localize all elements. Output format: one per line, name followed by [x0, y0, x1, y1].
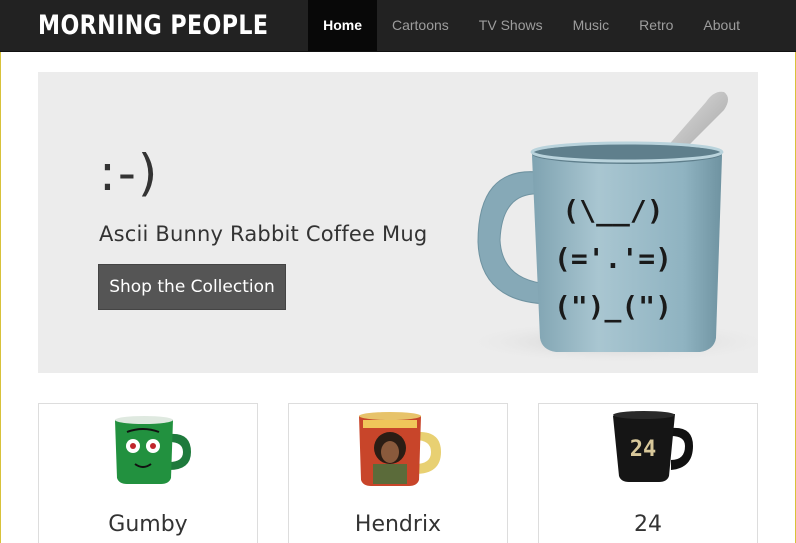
- nav-item-music[interactable]: Music: [558, 0, 625, 51]
- main-nav: Home Cartoons TV Shows Music Retro About: [308, 0, 755, 51]
- mug-line-3: (")_("): [554, 290, 672, 323]
- nav-item-home[interactable]: Home: [308, 0, 377, 51]
- product-name: Hendrix: [354, 512, 442, 537]
- shop-collection-button[interactable]: Shop the Collection: [98, 264, 286, 310]
- product-name: 24: [634, 512, 662, 537]
- product-name: Gumby: [108, 512, 188, 537]
- hero-smiley-heading: :-): [99, 144, 160, 202]
- nav-item-about[interactable]: About: [688, 0, 755, 51]
- product-card-24[interactable]: 24 24: [538, 403, 758, 543]
- product-card-hendrix[interactable]: Hendrix: [288, 403, 508, 543]
- bunny-mug-image: (\__/) (='.'=) (")_("): [458, 91, 758, 364]
- hero-subtitle: Ascii Bunny Rabbit Coffee Mug: [99, 222, 428, 246]
- nav-item-cartoons[interactable]: Cartoons: [377, 0, 464, 51]
- site-logo[interactable]: Morning People: [38, 8, 268, 44]
- gumby-mug-icon: [115, 416, 191, 484]
- product-card-gumby[interactable]: Gumby: [38, 403, 258, 543]
- hero-banner: :-) Ascii Bunny Rabbit Coffee Mug Shop t…: [38, 72, 758, 373]
- hendrix-mug-icon: [359, 412, 441, 486]
- mug-24-label: 24: [630, 437, 657, 462]
- top-navbar: Morning People Home Cartoons TV Shows Mu…: [0, 0, 796, 52]
- 24-mug-icon: 24: [613, 411, 693, 482]
- nav-item-tv-shows[interactable]: TV Shows: [464, 0, 558, 51]
- mug-line-1: (\__/): [562, 194, 663, 227]
- nav-item-retro[interactable]: Retro: [624, 0, 688, 51]
- mug-line-2: (='.'=): [554, 242, 672, 275]
